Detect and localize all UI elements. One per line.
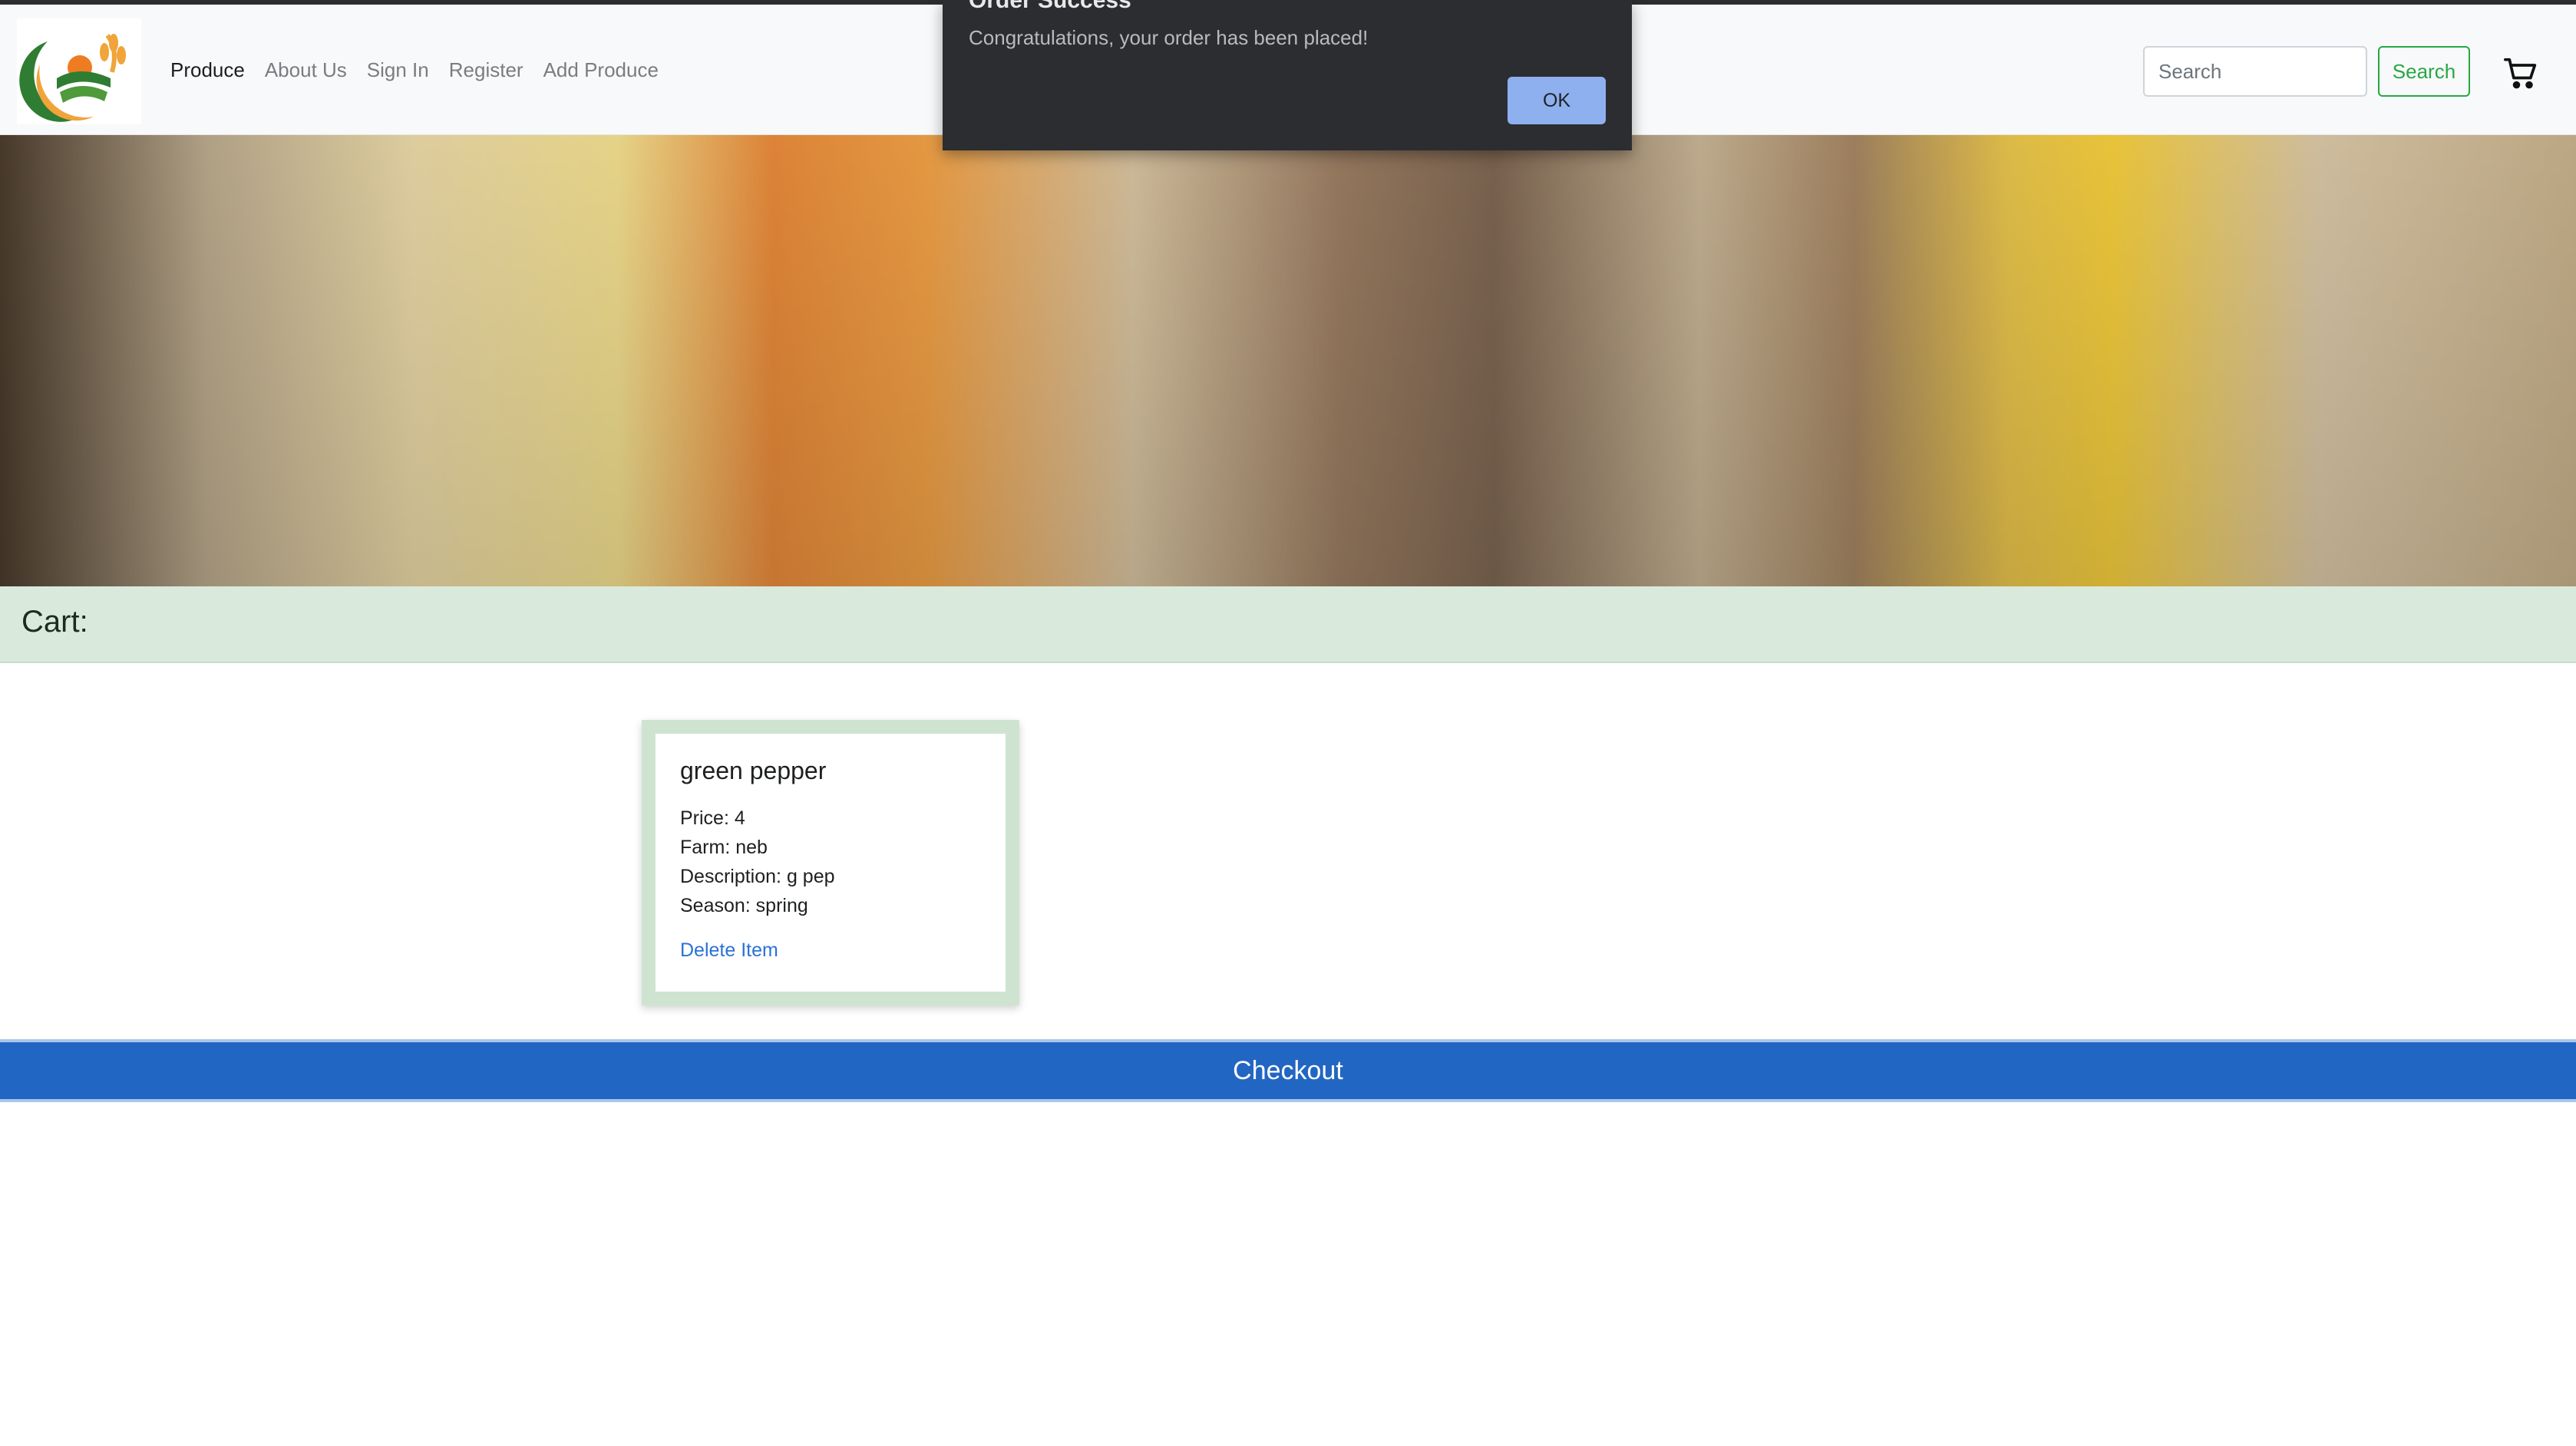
item-season: Season: spring bbox=[680, 895, 808, 916]
nav-link-about-us[interactable]: About Us bbox=[265, 58, 347, 82]
order-success-dialog: Order Success Congratulations, your orde… bbox=[943, 0, 1632, 150]
item-description: Description: g pep bbox=[680, 866, 835, 887]
cart-item-card: green pepper Price: 4 Farm: neb Descript… bbox=[642, 720, 1019, 1005]
dialog-ok-button[interactable]: OK bbox=[1508, 77, 1606, 124]
cart-heading: Cart: bbox=[21, 605, 88, 639]
checkout-button[interactable]: Checkout bbox=[0, 1039, 2576, 1102]
farm-logo-icon bbox=[19, 28, 126, 122]
hero-banner-overlay bbox=[0, 135, 2576, 586]
nav-link-sign-in[interactable]: Sign In bbox=[367, 58, 429, 82]
search-button[interactable]: Search bbox=[2378, 46, 2470, 97]
cart-item-card-body: green pepper Price: 4 Farm: neb Descript… bbox=[656, 734, 1006, 992]
item-farm: Farm: neb bbox=[680, 837, 768, 858]
nav-links: Produce About Us Sign In Register Add Pr… bbox=[170, 58, 659, 82]
nav-link-add-produce[interactable]: Add Produce bbox=[543, 58, 659, 82]
cart-header-bar: Cart: bbox=[0, 586, 2576, 663]
farm-logo[interactable] bbox=[17, 18, 141, 124]
nav-link-produce[interactable]: Produce bbox=[170, 58, 245, 82]
hero-banner-image bbox=[0, 135, 2576, 586]
nav-link-register[interactable]: Register bbox=[449, 58, 523, 82]
delete-item-link[interactable]: Delete Item bbox=[680, 939, 778, 962]
dialog-message: Congratulations, your order has been pla… bbox=[969, 26, 1369, 49]
item-price: Price: 4 bbox=[680, 807, 745, 829]
shopping-cart-icon[interactable] bbox=[2504, 57, 2538, 91]
item-name: green pepper bbox=[680, 757, 827, 784]
search-input[interactable] bbox=[2143, 46, 2367, 97]
dialog-title: Order Success bbox=[969, 0, 1131, 13]
